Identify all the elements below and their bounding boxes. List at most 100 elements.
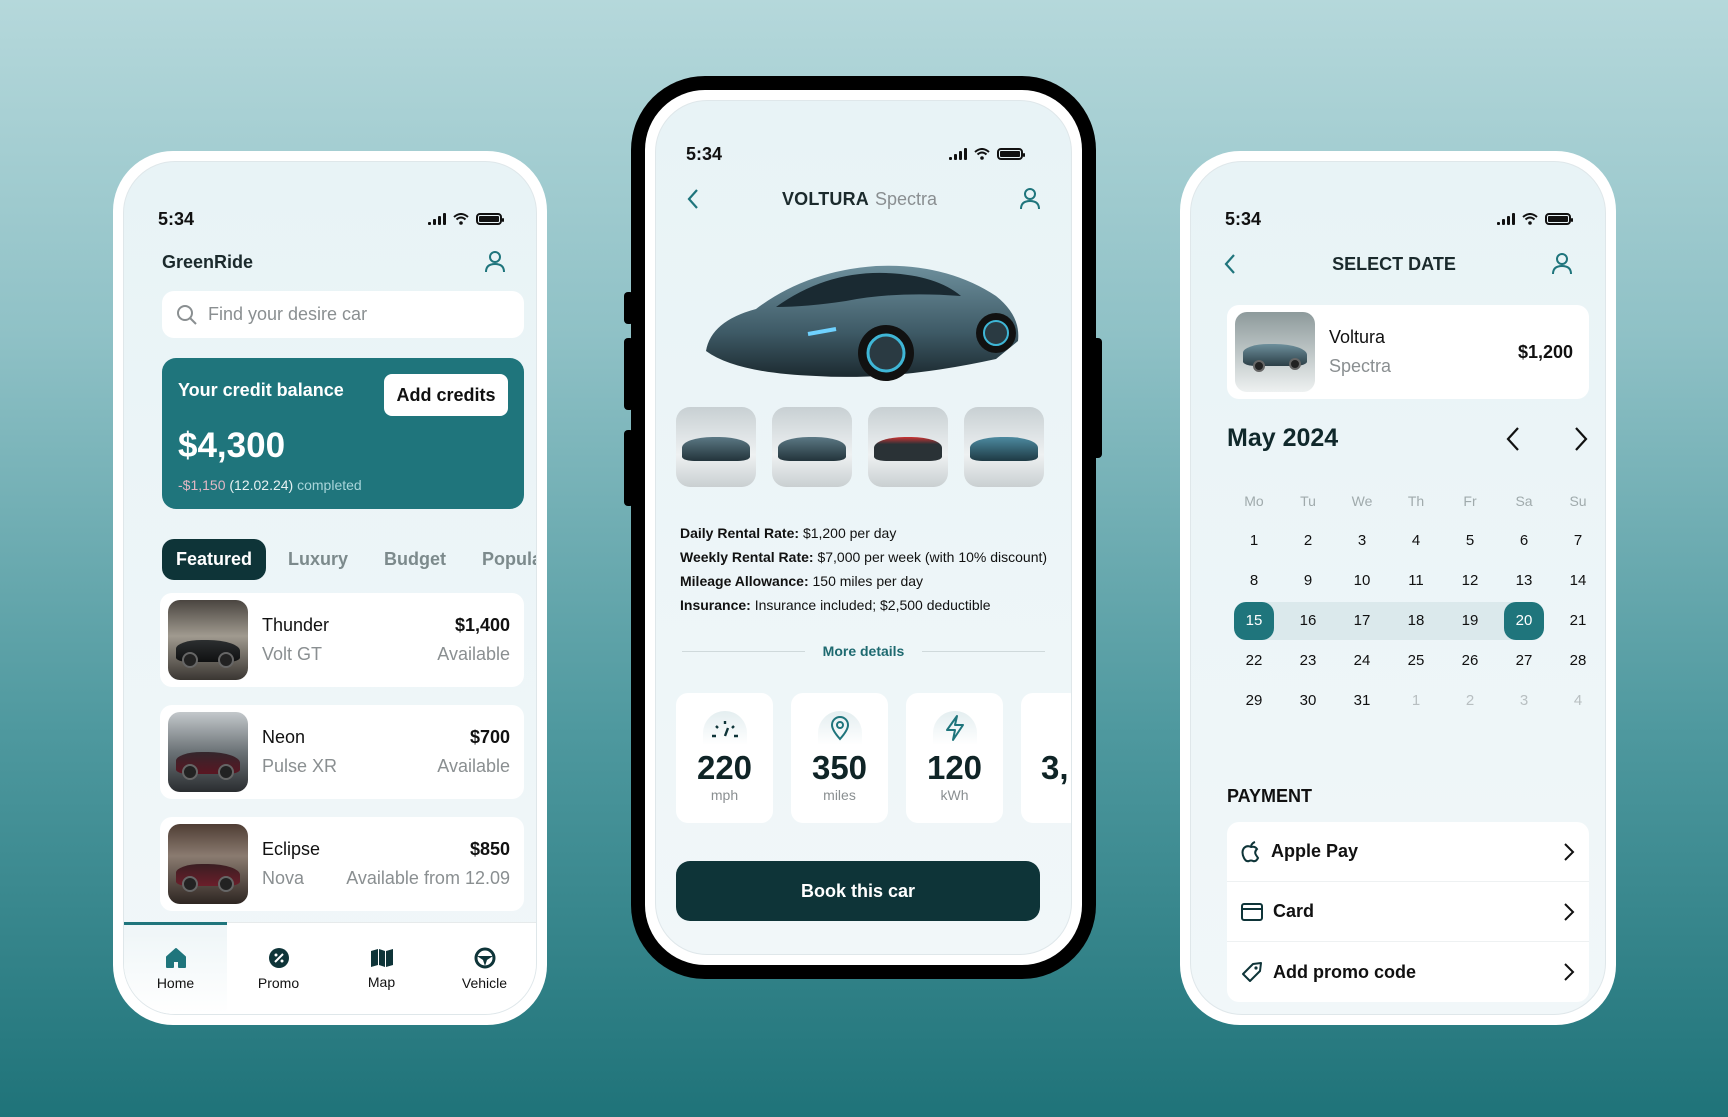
weekday-label: Sa	[1515, 493, 1533, 509]
payment-promo-code[interactable]: Add promo code	[1227, 942, 1589, 1002]
transaction-status: completed	[297, 477, 362, 493]
weekday-label: Fr	[1463, 493, 1477, 509]
chevron-left-icon	[1506, 426, 1519, 451]
calendar-day[interactable]: 7	[1551, 522, 1605, 560]
payment-apple-pay[interactable]: Apple Pay	[1227, 822, 1589, 882]
user-icon	[485, 251, 505, 273]
car-list-item[interactable]: Neon Pulse XR $700 Available	[160, 705, 524, 799]
profile-button[interactable]	[1019, 187, 1041, 211]
calendar-day[interactable]: 31	[1335, 682, 1389, 720]
calendar-day[interactable]: 24	[1335, 642, 1389, 680]
calendar-day[interactable]: 20	[1504, 602, 1544, 640]
last-transaction: -$1,150 (12.02.24) completed	[178, 477, 362, 493]
calendar-day[interactable]: 9	[1281, 562, 1335, 600]
back-button[interactable]	[1223, 253, 1237, 275]
calendar-day[interactable]: 14	[1551, 562, 1605, 600]
select-date-header: SELECT DATE	[1223, 252, 1573, 276]
category-tabs: Featured Luxury Budget Popular	[162, 539, 536, 580]
detail-title: VOLTURA Spectra	[782, 189, 937, 210]
tab-luxury[interactable]: Luxury	[274, 539, 362, 580]
battery-icon	[997, 148, 1025, 160]
calendar-day[interactable]: 8	[1227, 562, 1281, 600]
search-input[interactable]	[208, 304, 508, 325]
calendar-day[interactable]: 21	[1551, 602, 1605, 640]
profile-button[interactable]	[484, 250, 506, 274]
calendar-day[interactable]: 18	[1389, 602, 1443, 640]
tab-popular[interactable]: Popular	[468, 539, 536, 580]
car-gallery	[676, 407, 1044, 487]
calendar-day[interactable]: 10	[1335, 562, 1389, 600]
car-availability: Available	[437, 756, 510, 776]
calendar-day[interactable]: 25	[1389, 642, 1443, 680]
detail-header: VOLTURA Spectra	[686, 187, 1041, 211]
book-car-button[interactable]: Book this car	[676, 861, 1040, 921]
tab-featured[interactable]: Featured	[162, 539, 266, 580]
weekday-label: Mo	[1244, 493, 1264, 509]
nav-vehicle[interactable]: Vehicle	[433, 923, 536, 1014]
car-price: $1,200	[1517, 341, 1573, 362]
home-icon	[165, 947, 186, 968]
calendar-day[interactable]: 3	[1497, 682, 1551, 720]
weekday-header: Mo Tu We Th Fr Sa Su	[1227, 481, 1605, 521]
calendar-day[interactable]: 16	[1281, 602, 1335, 640]
car-brand: VOLTURA	[781, 188, 869, 209]
calendar-day[interactable]: 22	[1227, 642, 1281, 680]
credit-balance-card: Your credit balance Add credits $4,300 -…	[162, 358, 524, 509]
calendar-day[interactable]: 2	[1443, 682, 1497, 720]
calendar-day[interactable]: 19	[1443, 602, 1497, 640]
search-bar[interactable]	[162, 291, 524, 338]
calendar-day[interactable]: 12	[1443, 562, 1497, 600]
calendar-day[interactable]: 1	[1389, 682, 1443, 720]
wifi-icon	[1522, 213, 1538, 225]
nav-home[interactable]: Home	[124, 922, 227, 1014]
calendar-day[interactable]: 28	[1551, 642, 1605, 680]
calendar-day[interactable]: 23	[1281, 642, 1335, 680]
calendar-day[interactable]: 30	[1281, 682, 1335, 720]
nav-map[interactable]: Map	[330, 923, 433, 1014]
profile-button[interactable]	[1551, 252, 1573, 276]
calendar-day[interactable]: 27	[1497, 642, 1551, 680]
lightning-icon	[945, 715, 964, 741]
car-list-item[interactable]: Eclipse Nova $850 Available from 12.09	[160, 817, 524, 911]
calendar-day[interactable]: 5	[1443, 522, 1497, 560]
car-model: Pulse XR	[262, 756, 338, 776]
more-details-link[interactable]: More details	[823, 643, 905, 659]
calendar-day[interactable]: 4	[1389, 522, 1443, 560]
payment-card[interactable]: Card	[1227, 882, 1589, 942]
nav-home-label: Home	[156, 974, 195, 991]
payment-section-title: PAYMENT	[1227, 786, 1313, 806]
steering-wheel-icon	[474, 947, 495, 968]
gallery-thumbnail[interactable]	[676, 407, 756, 487]
calendar-weeks: 1 2 3 4 5 6 7 8 9 10 11 12 13 14 15 16 17 18 19 20 21 22 23 24 2…	[1227, 521, 1605, 721]
calendar-day[interactable]: 2	[1281, 522, 1335, 560]
car-thumbnail	[168, 712, 248, 792]
calendar-day[interactable]: 6	[1497, 522, 1551, 560]
stat-value: 3,	[1041, 749, 1069, 786]
credit-card-icon	[1241, 902, 1263, 921]
calendar-day[interactable]: 11	[1389, 562, 1443, 600]
select-date-phone: 5:34 SELECT DATE Voltura Spectra $1,200	[1180, 151, 1616, 1025]
chevron-right-icon	[1564, 902, 1575, 921]
next-month-button[interactable]	[1573, 426, 1589, 452]
calendar-day[interactable]: 4	[1551, 682, 1605, 720]
prev-month-button[interactable]	[1505, 426, 1521, 452]
add-credits-button[interactable]: Add credits	[384, 374, 508, 416]
app-brand: GreenRide	[162, 251, 254, 272]
gallery-thumbnail[interactable]	[964, 407, 1044, 487]
gallery-thumbnail[interactable]	[772, 407, 852, 487]
car-list-item[interactable]: Thunder Volt GT $1,400 Available	[160, 593, 524, 687]
calendar-day[interactable]: 29	[1227, 682, 1281, 720]
calendar-week: 22 23 24 25 26 27 28	[1227, 641, 1605, 681]
spec-daily-rate: Daily Rental Rate: $1,200 per day	[680, 525, 897, 541]
gallery-thumbnail[interactable]	[868, 407, 948, 487]
calendar-day[interactable]: 26	[1443, 642, 1497, 680]
tab-budget[interactable]: Budget	[370, 539, 460, 580]
calendar-day[interactable]: 3	[1335, 522, 1389, 560]
calendar-day[interactable]: 1	[1227, 522, 1281, 560]
calendar-day[interactable]: 15	[1234, 602, 1274, 640]
nav-promo[interactable]: Promo	[227, 923, 330, 1014]
back-button[interactable]	[686, 188, 700, 210]
calendar-day[interactable]: 13	[1497, 562, 1551, 600]
calendar-day[interactable]: 17	[1335, 602, 1389, 640]
signal-icon	[1497, 213, 1515, 225]
